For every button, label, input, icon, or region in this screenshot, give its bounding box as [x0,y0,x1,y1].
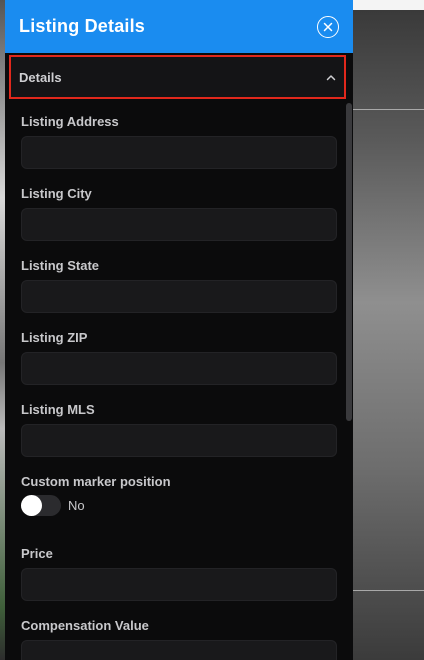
background-divider [353,590,424,591]
field-label: Price [21,546,53,561]
section-title: Details [19,69,62,85]
panel-title: Listing Details [19,16,146,36]
details-section-header[interactable]: Details [9,55,346,99]
close-button[interactable] [317,15,339,38]
scrollbar-thumb[interactable] [346,103,352,421]
listing-state-input[interactable] [21,280,337,313]
close-circle-icon [323,22,333,31]
custom-marker-field: Custom marker position No [21,472,337,544]
compensation-value-field: Compensation Value [21,616,337,660]
listing-zip-field: Listing ZIP [21,328,337,400]
custom-marker-toggle[interactable] [21,495,61,516]
listing-mls-field: Listing MLS [21,400,337,472]
toggle-knob [21,495,42,516]
listing-details-panel: Listing Details Details Listing Address … [5,0,353,660]
background-top-strip [353,0,424,10]
field-label: Listing MLS [21,402,95,417]
listing-zip-input[interactable] [21,352,337,385]
chevron-up-icon [326,74,336,80]
listing-address-field: Listing Address [21,112,337,184]
background-divider [353,109,424,110]
price-input[interactable] [21,568,337,601]
listing-city-field: Listing City [21,184,337,256]
listing-mls-input[interactable] [21,424,337,457]
compensation-value-input[interactable] [21,640,337,660]
toggle-row: No [21,495,85,516]
field-label: Listing City [21,186,92,201]
field-label: Custom marker position [21,474,171,489]
field-label: Listing State [21,258,100,273]
field-label: Listing ZIP [21,330,88,345]
background-photo [353,10,424,660]
field-label: Listing Address [21,114,119,129]
listing-city-input[interactable] [21,208,337,241]
listing-address-input[interactable] [21,136,337,169]
price-field: Price [21,544,337,616]
field-label: Compensation Value [21,618,149,633]
panel-header: Listing Details [5,0,353,53]
details-form: Listing Address Listing City Listing Sta… [21,112,337,660]
listing-state-field: Listing State [21,256,337,328]
toggle-state-label: No [68,498,85,513]
